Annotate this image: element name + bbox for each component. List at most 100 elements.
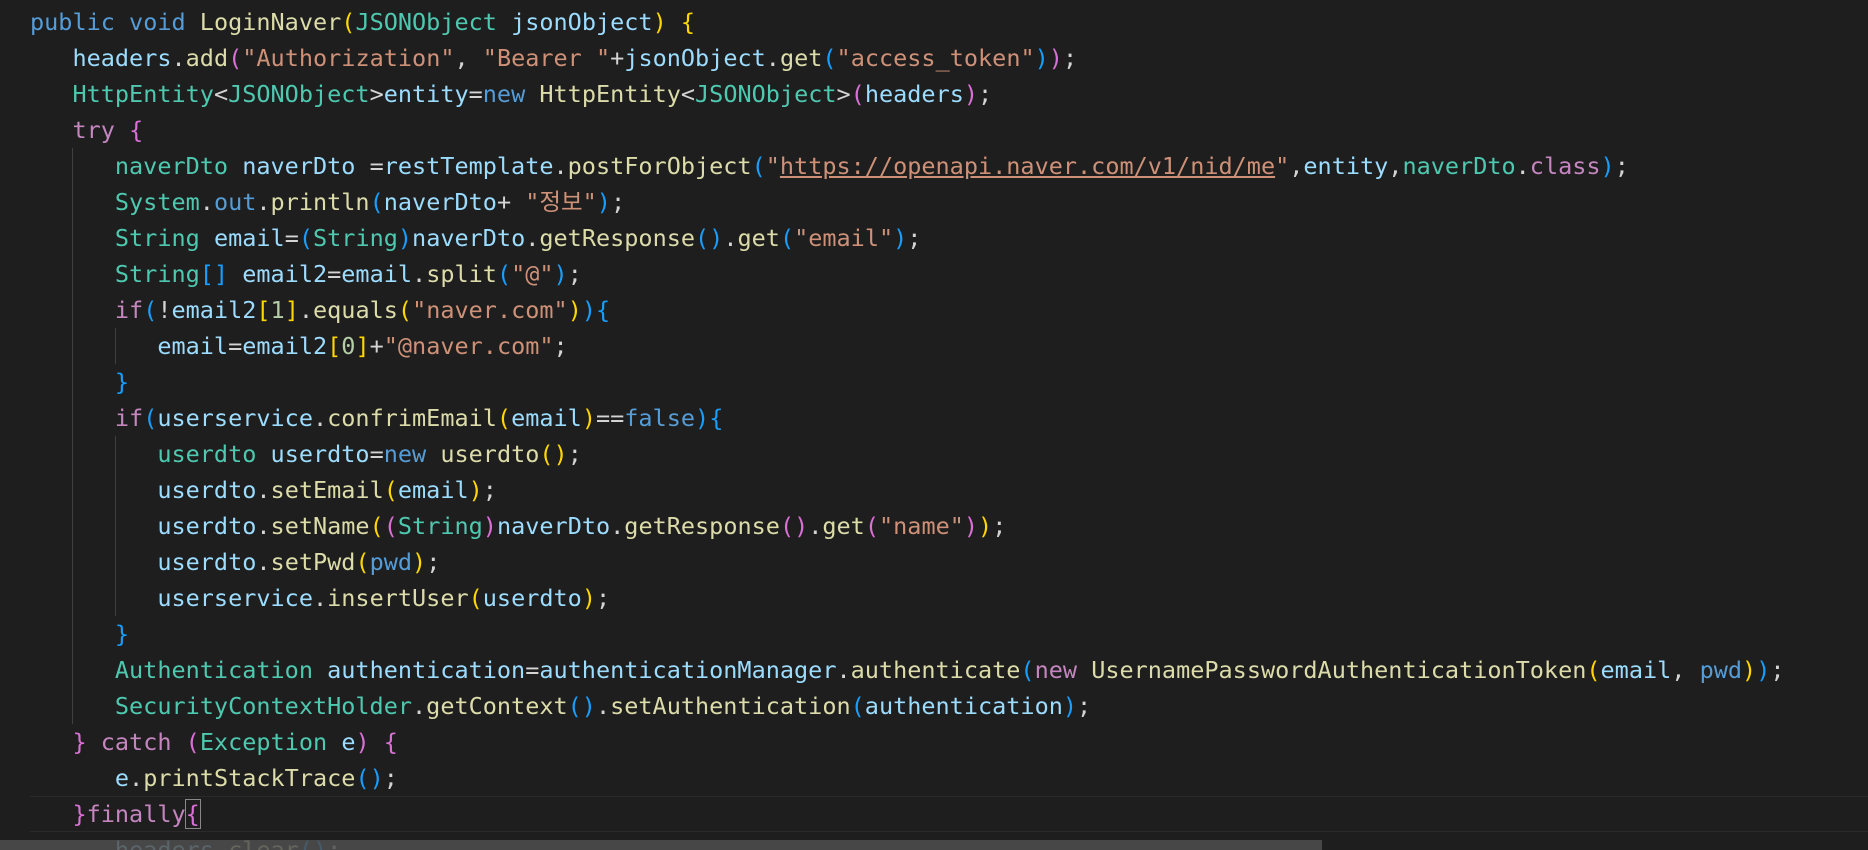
code-token: ( [822, 44, 837, 72]
code-token: false [624, 404, 696, 432]
code-token: JSONObject [695, 80, 837, 108]
code-token: restTemplate [383, 152, 554, 180]
code-token: Authentication [114, 656, 313, 684]
code-token: get [737, 224, 780, 252]
code-token: { [129, 116, 144, 144]
code-line[interactable]: System.out.println(naverDto+ "정보"); [30, 184, 1868, 220]
code-token: == [595, 404, 625, 432]
code-token: , [1289, 152, 1304, 180]
code-token: ) [978, 512, 993, 540]
code-token: . [723, 224, 738, 252]
code-token: , [1671, 656, 1700, 684]
code-token: if [114, 296, 144, 324]
code-token: out [213, 188, 257, 216]
code-line[interactable]: String[] email2=email.split("@"); [30, 256, 1868, 292]
code-token: ( [496, 260, 512, 288]
code-editor[interactable]: public void LoginNaver (JSONObject jsonOb… [0, 0, 1868, 850]
code-token: ( [1586, 656, 1601, 684]
code-token: = [355, 152, 384, 180]
code-line[interactable]: userservice.insertUser(userdto); [30, 580, 1868, 616]
code-token: entity [1303, 152, 1389, 180]
code-token: = [369, 440, 384, 468]
code-token: () [695, 224, 724, 252]
code-token: add [185, 44, 229, 72]
code-token: ) [1600, 152, 1615, 180]
code-token: . [256, 188, 271, 216]
code-token: ( [355, 548, 370, 576]
code-line[interactable]: } [30, 364, 1868, 400]
code-token: . [412, 260, 427, 288]
code-line[interactable]: if(userservice.confrimEmail(email)==fals… [30, 400, 1868, 436]
code-token: e [114, 764, 130, 792]
code-token: naverDto [242, 152, 356, 180]
code-token: naverDto [1402, 152, 1516, 180]
code-token: . [312, 404, 328, 432]
code-token: ) [1048, 44, 1063, 72]
code-line[interactable]: email=email2[0]+"@naver.com"; [30, 328, 1868, 364]
code-token: headers [864, 80, 964, 108]
code-token: + [610, 44, 625, 72]
code-token: } [114, 620, 130, 648]
code-token: () [539, 440, 568, 468]
code-token: ; [482, 476, 497, 504]
code-line[interactable]: HttpEntity<JSONObject>entity=new HttpEnt… [30, 76, 1868, 112]
code-token: ( [143, 296, 158, 324]
code-token: ( [185, 728, 200, 756]
code-token: String [114, 224, 200, 252]
code-token: userdto [157, 548, 257, 576]
code-area[interactable]: public void LoginNaver (JSONObject jsonOb… [30, 4, 1868, 850]
code-token: ; [426, 548, 441, 576]
code-token: . [129, 764, 144, 792]
code-token: ) [397, 224, 413, 252]
code-token: getResponse [539, 224, 696, 252]
code-line[interactable]: } [30, 616, 1868, 652]
code-token: ) [1756, 656, 1771, 684]
code-token: = [525, 656, 540, 684]
code-line[interactable]: try { [30, 112, 1868, 148]
code-line[interactable]: String email=(String)naverDto.getRespons… [30, 220, 1868, 256]
code-line[interactable]: public void LoginNaver(JSONObject jsonOb… [30, 4, 1868, 40]
code-line[interactable]: userdto userdto=new userdto(); [30, 436, 1868, 472]
code-line[interactable]: e.printStackTrace(); [30, 760, 1868, 796]
code-token: setAuthentication [610, 692, 851, 720]
code-line[interactable]: headers.add("Authorization", "Bearer "+j… [30, 40, 1868, 76]
code-token: get [779, 44, 823, 72]
code-token: new [1034, 656, 1078, 684]
code-line[interactable]: userdto.setEmail(email); [30, 472, 1868, 508]
code-token: . [298, 296, 314, 324]
code-token: . [1515, 152, 1530, 180]
code-token: . [171, 44, 186, 72]
code-line[interactable]: SecurityContextHolder.getContext().setAu… [30, 688, 1868, 724]
code-token: , [454, 44, 483, 72]
code-line[interactable]: if(!email2[1].equals("naver.com")){ [30, 292, 1868, 328]
code-token: JSONObject [228, 80, 370, 108]
code-token: ( [779, 224, 795, 252]
code-token: String [397, 512, 483, 540]
code-line[interactable]: } catch (Exception e) { [30, 724, 1868, 760]
code-line[interactable]: naverDto naverDto =restTemplate.postForO… [30, 148, 1868, 184]
code-token: ] [284, 296, 299, 324]
horizontal-scrollbar[interactable] [0, 840, 1322, 850]
code-line[interactable]: userdto.setPwd(pwd); [30, 544, 1868, 580]
code-token: pwd [1699, 656, 1743, 684]
code-token: { [383, 728, 398, 756]
code-line[interactable]: Authentication authentication=authentica… [30, 652, 1868, 688]
code-line[interactable]: userdto.setName((String)naverDto.getResp… [30, 508, 1868, 544]
code-token: userdto [157, 440, 257, 468]
code-token: 1 [270, 296, 285, 324]
code-token: https://openapi.naver.com/v1/nid/me [779, 152, 1276, 180]
code-token: printStackTrace [143, 764, 356, 792]
code-token: ; [595, 584, 611, 612]
code-line[interactable]: }finally{ [30, 796, 1868, 832]
code-token: pwd [369, 548, 413, 576]
code-token: ) [893, 224, 908, 252]
code-token: email [157, 332, 229, 360]
